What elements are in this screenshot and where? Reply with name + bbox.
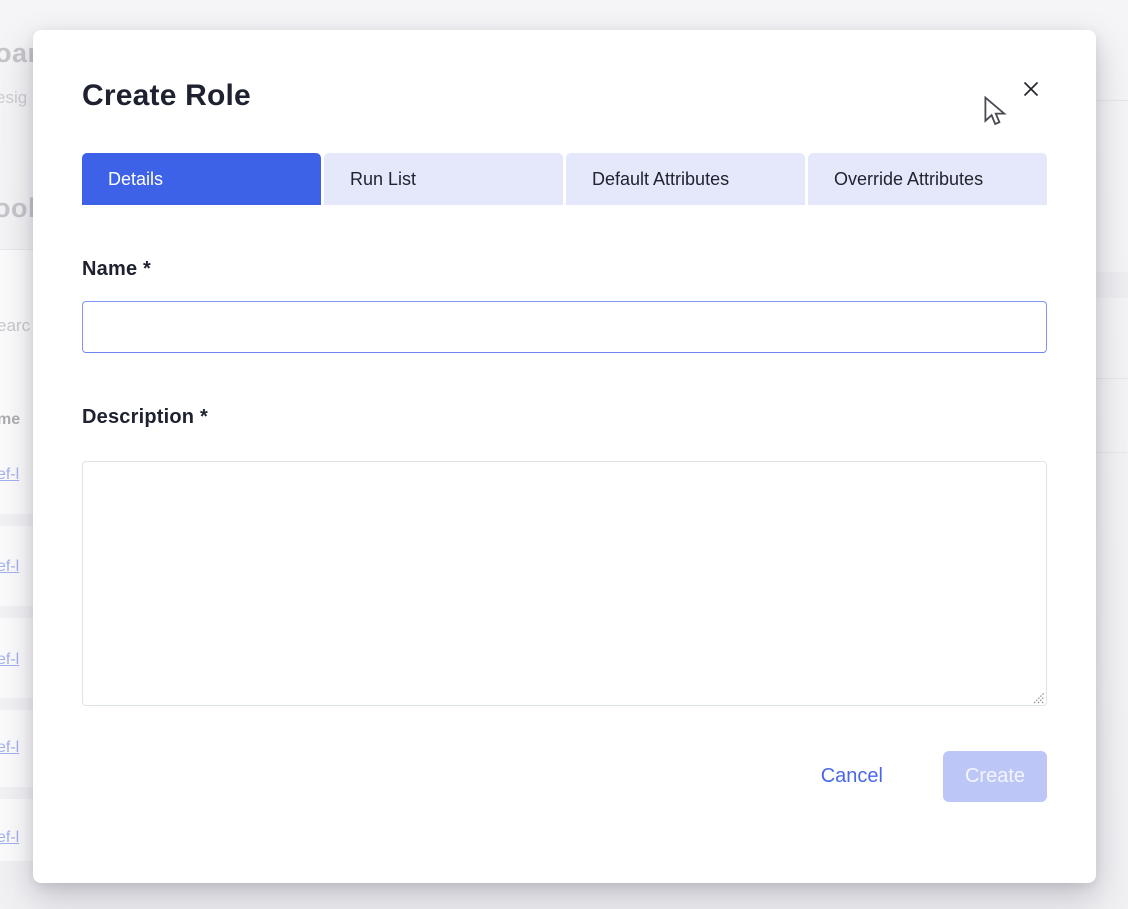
background-row-link: ef-l: [0, 739, 20, 756]
background-text-fragment: esig: [0, 88, 28, 107]
close-button[interactable]: [1018, 76, 1044, 102]
create-role-modal: Create Role Details Run List Default Att…: [33, 30, 1096, 883]
close-icon: [1022, 80, 1040, 98]
background-row-link: ef-l: [0, 829, 20, 846]
tab-details[interactable]: Details: [82, 153, 321, 205]
cancel-button[interactable]: Cancel: [821, 765, 883, 788]
background-row-divider: [0, 514, 34, 526]
background-row-divider: [1096, 452, 1128, 453]
modal-footer: Cancel Create: [82, 751, 1047, 802]
description-field-wrap: [82, 461, 1047, 706]
background-row-divider: [0, 698, 34, 710]
background-row-link: ef-l: [0, 651, 20, 668]
background-row-divider: [0, 787, 34, 799]
background-row-divider: [0, 606, 34, 618]
background-column-header-fragment: me: [0, 411, 21, 428]
background-row-link: ef-l: [0, 466, 20, 483]
name-input[interactable]: [82, 301, 1047, 353]
name-field-label: Name *: [82, 258, 152, 280]
tab-run-list[interactable]: Run List: [324, 153, 563, 205]
background-row-divider: [1096, 272, 1128, 298]
description-textarea[interactable]: [82, 461, 1047, 706]
background-row-divider: [1096, 378, 1128, 379]
background-row-divider: [1096, 100, 1128, 101]
tab-default-attributes[interactable]: Default Attributes: [566, 153, 805, 205]
background-table-card: [0, 249, 34, 861]
create-button[interactable]: Create: [943, 751, 1047, 802]
modal-title: Create Role: [82, 79, 251, 112]
background-search-fragment: earc: [0, 316, 31, 335]
description-field-label: Description *: [82, 406, 208, 428]
background-row-link: ef-l: [0, 558, 20, 575]
modal-tab-bar: Details Run List Default Attributes Over…: [82, 153, 1047, 205]
tab-override-attributes[interactable]: Override Attributes: [808, 153, 1047, 205]
